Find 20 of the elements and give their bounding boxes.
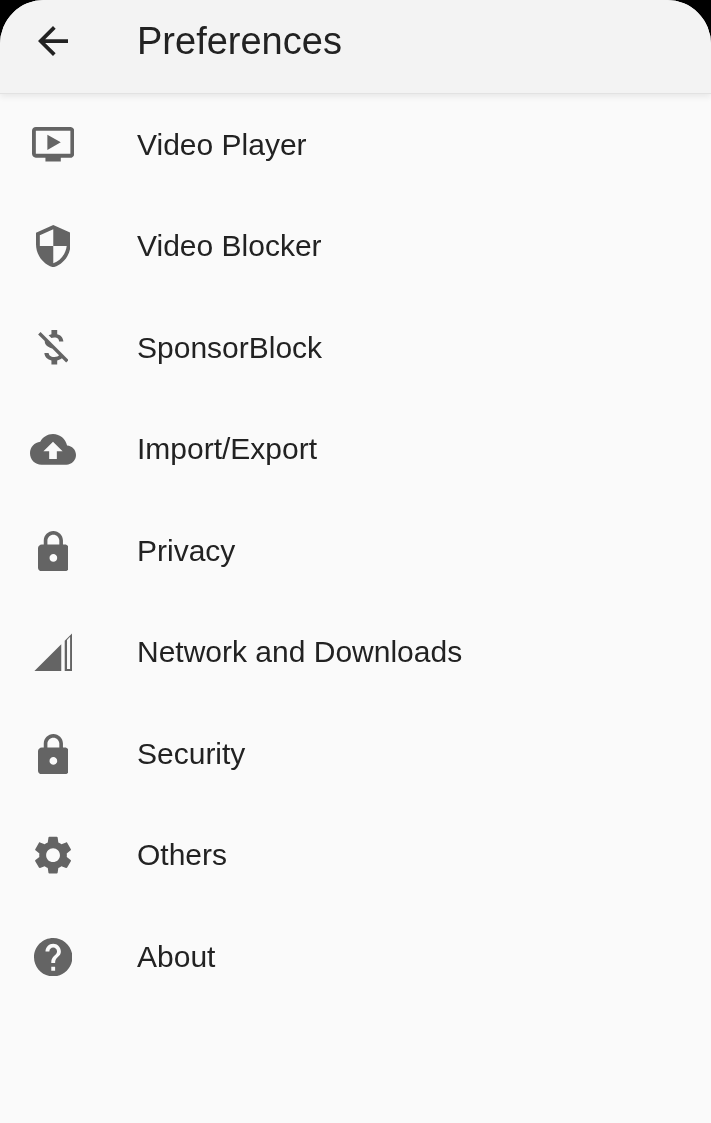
shield-icon bbox=[35, 225, 71, 268]
preference-item[interactable]: Network and Downloads bbox=[0, 601, 711, 703]
lock-icon bbox=[37, 733, 69, 774]
preference-item[interactable]: Privacy bbox=[0, 500, 711, 602]
lock-icon bbox=[37, 530, 69, 571]
help-icon bbox=[33, 937, 73, 976]
preference-item[interactable]: Video Blocker bbox=[0, 195, 711, 297]
preference-item[interactable]: Others bbox=[0, 804, 711, 906]
preference-item[interactable]: Import/Export bbox=[0, 398, 711, 500]
preference-item[interactable]: About bbox=[0, 906, 711, 1008]
back-arrow-icon bbox=[38, 25, 68, 56]
crossed-dollar-icon bbox=[37, 330, 69, 365]
screen-title: Preferences bbox=[137, 18, 342, 63]
tv-play-icon bbox=[31, 127, 75, 162]
preference-item[interactable]: Video Player bbox=[0, 94, 711, 196]
preference-item[interactable]: Security bbox=[0, 703, 711, 805]
signal-icon bbox=[33, 633, 73, 672]
cloud-upload-icon bbox=[30, 433, 76, 465]
preference-item[interactable]: SponsorBlock bbox=[0, 297, 711, 399]
gear-icon bbox=[34, 836, 72, 875]
